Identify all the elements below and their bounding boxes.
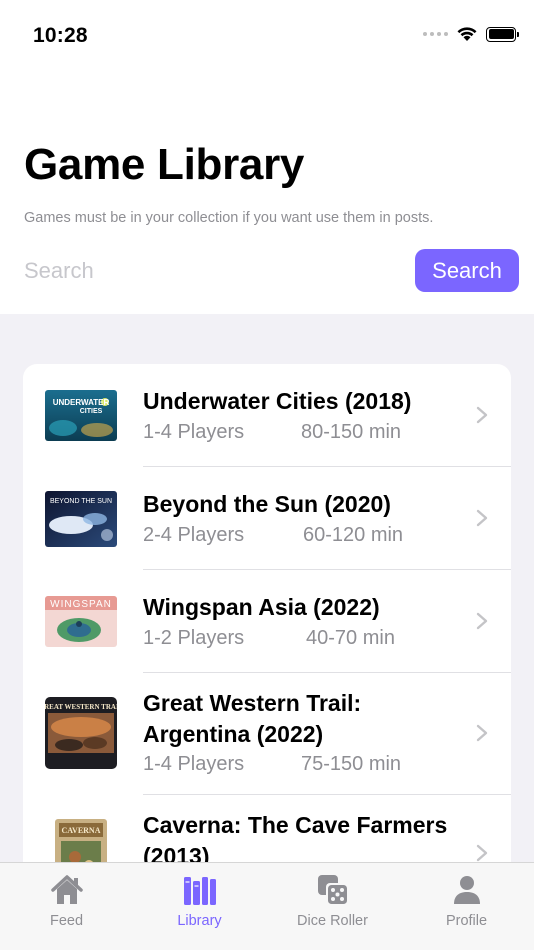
page-subtitle: Games must be in your collection if you … [24, 210, 434, 226]
game-cover-image: BEYOND THE SUN [45, 491, 117, 547]
tab-label: Feed [49, 913, 84, 929]
game-players: 1-4 Players [143, 753, 245, 775]
game-players: 1-4 Players [143, 421, 245, 443]
search-button[interactable]: Search [415, 249, 519, 292]
game-play-time: 60-120 min [303, 524, 404, 546]
game-title: Underwater Cities (2018) [143, 388, 412, 414]
game-row[interactable]: UNDERWATER CITIES Underwater Cities (201… [23, 364, 511, 467]
game-title: Wingspan Asia (2022) [143, 594, 380, 620]
game-row[interactable]: WINGSPAN Wingspan Asia (2022) 1-2 Player… [23, 570, 511, 673]
cellular-signal-icon [423, 32, 448, 36]
chevron-right-icon [476, 509, 488, 527]
tab-label: Dice Roller [297, 913, 368, 929]
svg-text:UNDERWATER: UNDERWATER [53, 398, 110, 407]
tab-profile[interactable]: Profile [400, 863, 533, 950]
tab-label: Library [177, 913, 222, 929]
svg-text:GREAT WESTERN TRAIL: GREAT WESTERN TRAIL [45, 703, 117, 711]
person-icon [453, 876, 480, 904]
game-players: 1-2 Players [143, 627, 245, 649]
wifi-icon [457, 27, 477, 41]
tab-feed[interactable]: Feed [0, 863, 133, 950]
chevron-right-icon [476, 844, 488, 862]
svg-text:WINGSPAN: WINGSPAN [50, 599, 112, 610]
game-cover-image: GREAT WESTERN TRAIL [45, 697, 117, 769]
game-title: Caverna: The Cave Farmers (2013) [143, 812, 448, 862]
svg-text:BEYOND THE SUN: BEYOND THE SUN [50, 498, 112, 505]
tab-label: Profile [445, 913, 488, 929]
chevron-right-icon [476, 724, 488, 742]
game-players: 2-4 Players [143, 524, 245, 546]
svg-text:CITIES: CITIES [80, 408, 103, 415]
status-bar: 10:28 [0, 0, 534, 70]
books-icon [183, 877, 216, 905]
game-row[interactable]: BEYOND THE SUN Beyond the Sun (2020) 2-4… [23, 467, 511, 570]
game-play-time: 40-70 min [306, 627, 395, 649]
game-list: UNDERWATER CITIES Underwater Cities (201… [23, 364, 511, 862]
game-row[interactable]: CAVERNA Caverna: The Cave Farmers (2013) [23, 795, 511, 862]
tab-bar: Feed Library Dice Roller Profile [0, 862, 534, 950]
tab-dice-roller[interactable]: Dice Roller [266, 863, 399, 950]
chevron-right-icon [476, 406, 488, 424]
svg-text:CAVERNA: CAVERNA [62, 826, 101, 835]
game-cover-image: CAVERNA [55, 819, 107, 862]
battery-icon [486, 26, 519, 42]
game-cover-image: UNDERWATER CITIES [45, 390, 117, 441]
game-play-time: 80-150 min [301, 421, 402, 443]
status-time: 10:28 [33, 24, 88, 47]
game-row[interactable]: GREAT WESTERN TRAIL Great Western Trail:… [23, 673, 511, 795]
game-title: Beyond the Sun (2020) [143, 491, 391, 517]
search-input[interactable] [24, 254, 394, 288]
status-icons [423, 26, 519, 42]
header: 10:28 Game Library Games must be in your… [0, 0, 534, 314]
house-icon [50, 875, 83, 904]
game-play-time: 75-150 min [301, 753, 402, 775]
chevron-right-icon [476, 612, 488, 630]
dice-icon [317, 875, 348, 905]
library-content[interactable]: UNDERWATER CITIES Underwater Cities (201… [0, 314, 534, 862]
game-title: Great Western Trail: Argentina (2022) [143, 690, 362, 747]
game-cover-image: WINGSPAN [45, 596, 117, 647]
page-title: Game Library [24, 140, 305, 189]
tab-library[interactable]: Library [133, 863, 266, 950]
